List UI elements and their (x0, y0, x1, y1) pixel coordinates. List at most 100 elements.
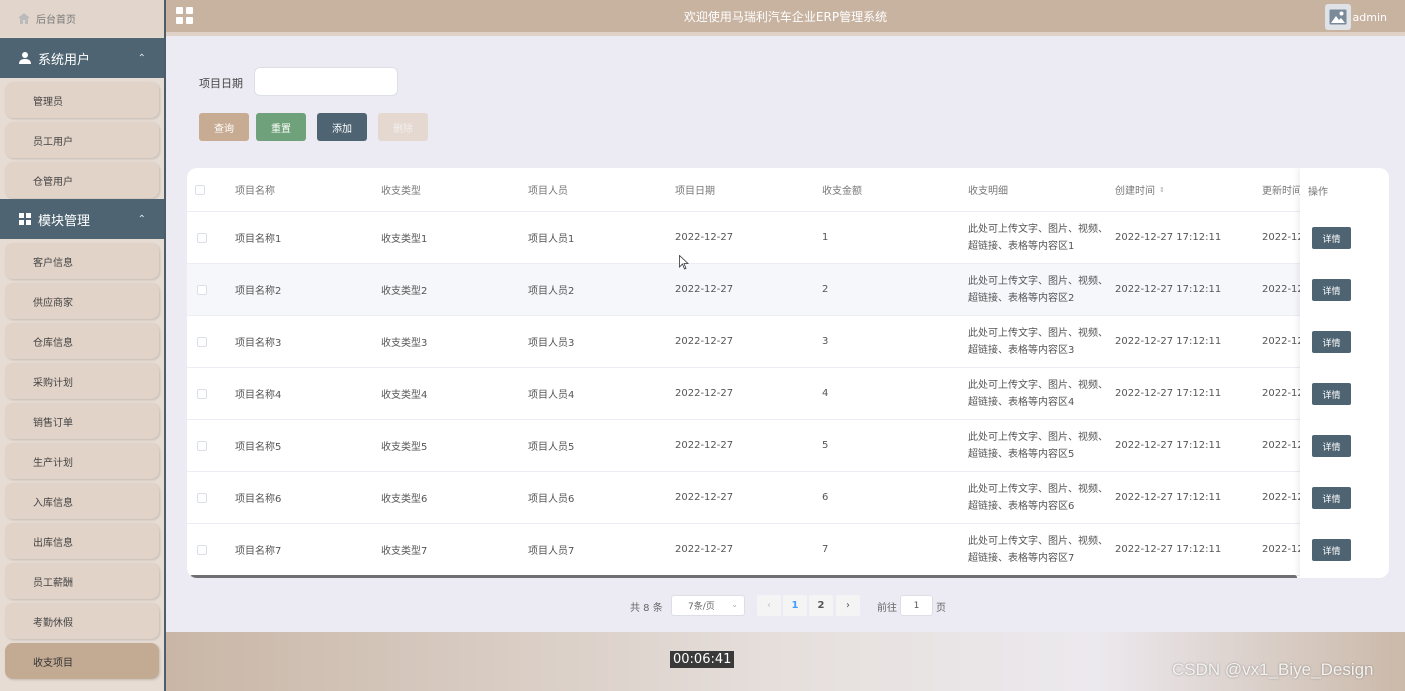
row-checkbox[interactable] (197, 336, 207, 347)
sidebar-menu: 系统用户 ⌃ 管理员员工用户仓管用户 模块管理 ⌃ 客户信息供应商家仓库信息采购计划销售订… (0, 38, 164, 679)
cell-amount: 7 (822, 544, 829, 555)
row-checkbox[interactable] (197, 284, 207, 295)
cell-date: 2022-12-27 (675, 544, 734, 555)
search-date-input[interactable] (254, 67, 398, 96)
sidebar-group-system-users[interactable]: 系统用户 ⌃ (0, 38, 164, 78)
cell-person: 项目人员4 (528, 390, 575, 401)
page-2-button[interactable]: 2 (809, 595, 833, 616)
sidebar-item[interactable]: 管理员 (5, 82, 159, 118)
table-row[interactable]: 项目名称4 收支类型4 项目人员4 2022-12-27 4 此处可上传文字、图片、视频、… (187, 368, 1389, 420)
cell-type: 收支类型6 (381, 494, 428, 505)
table-row[interactable]: 项目名称7 收支类型7 项目人员7 2022-12-27 7 此处可上传文字、图片、视频、… (187, 524, 1389, 576)
next-page-button[interactable]: › (836, 595, 860, 616)
cell-updated: 2022-12 (1262, 492, 1304, 503)
row-checkbox[interactable] (197, 388, 207, 399)
cell-updated: 2022-12 (1262, 544, 1304, 555)
sidebar-item[interactable]: 收支项目 (5, 643, 159, 679)
header-amount: 收支金额 (822, 186, 862, 197)
detail-button[interactable]: 详情 (1312, 227, 1351, 249)
sidebar-item[interactable]: 员工用户 (5, 122, 159, 158)
cell-amount: 6 (822, 492, 829, 503)
sidebar-item[interactable]: 销售订单 (5, 403, 159, 439)
cell-person: 项目人员1 (528, 234, 575, 245)
cell-created: 2022-12-27 17:12:11 (1115, 232, 1222, 243)
cell-date: 2022-12-27 (675, 492, 734, 503)
cell-person: 项目人员5 (528, 442, 575, 453)
cell-created: 2022-12-27 17:12:11 (1115, 544, 1222, 555)
cell-amount: 5 (822, 440, 829, 451)
row-checkbox[interactable] (197, 492, 207, 503)
pagination-total: 共 8 条 (630, 603, 663, 614)
sidebar-group-label: 模块管理 (38, 213, 91, 229)
page-size-value: 7条/页 (688, 602, 715, 612)
detail-button[interactable]: 详情 (1312, 383, 1351, 405)
sidebar-item[interactable]: 入库信息 (5, 483, 159, 519)
cell-person: 项目人员6 (528, 494, 575, 505)
cell-project-name: 项目名称1 (235, 234, 282, 245)
cell-updated: 2022-12 (1262, 336, 1304, 347)
sidebar-item[interactable]: 客户信息 (5, 243, 159, 279)
sidebar-item[interactable]: 采购计划 (5, 363, 159, 399)
table-row[interactable]: 项目名称2 收支类型2 项目人员2 2022-12-27 2 此处可上传文字、图片、视频、… (187, 264, 1389, 316)
home-icon (18, 13, 30, 24)
detail-button[interactable]: 详情 (1312, 331, 1351, 353)
page-title: 欢迎使用马瑞利汽车企业ERP管理系统 (683, 9, 888, 24)
cell-detail: 此处可上传文字、图片、视频、超链接、表格等内容区7 (968, 535, 1108, 564)
cell-created: 2022-12-27 17:12:11 (1115, 336, 1222, 347)
sidebar-item[interactable]: 供应商家 (5, 283, 159, 319)
cell-updated: 2022-12 (1262, 440, 1304, 451)
table-row[interactable]: 项目名称5 收支类型5 项目人员5 2022-12-27 5 此处可上传文字、图片、视频、… (187, 420, 1389, 472)
prev-page-button[interactable]: ‹ (757, 595, 781, 616)
sidebar-item[interactable]: 员工薪酬 (5, 563, 159, 599)
sidebar-item[interactable]: 生产计划 (5, 443, 159, 479)
cell-date: 2022-12-27 (675, 388, 734, 399)
cell-amount: 2 (822, 284, 829, 295)
add-button[interactable]: 添加 (317, 113, 367, 141)
page-1-button[interactable]: 1 (783, 595, 807, 616)
delete-button[interactable]: 删除 (378, 113, 428, 141)
cell-created: 2022-12-27 17:12:11 (1115, 284, 1222, 295)
query-button[interactable]: 查询 (199, 113, 249, 141)
detail-button[interactable]: 详情 (1312, 487, 1351, 509)
goto-label: 前往 (877, 603, 897, 614)
search-date-label: 项目日期 (199, 77, 243, 90)
table-row[interactable]: 项目名称3 收支类型3 项目人员3 2022-12-27 3 此处可上传文字、图片、视频、… (187, 316, 1389, 368)
detail-button[interactable]: 详情 (1312, 435, 1351, 457)
cell-person: 项目人员7 (528, 546, 575, 557)
goto-page-input[interactable]: 1 (900, 595, 933, 616)
avatar[interactable] (1325, 4, 1351, 30)
cell-updated: 2022-12 (1262, 284, 1304, 295)
detail-button[interactable]: 详情 (1312, 539, 1351, 561)
select-all-checkbox[interactable] (195, 184, 205, 195)
cell-detail: 此处可上传文字、图片、视频、超链接、表格等内容区5 (968, 431, 1108, 460)
sidebar-item[interactable]: 仓管用户 (5, 162, 159, 198)
cell-type: 收支类型7 (381, 546, 428, 557)
cell-updated: 2022-12 (1262, 388, 1304, 399)
detail-button[interactable]: 详情 (1312, 279, 1351, 301)
sidebar-home[interactable]: 后台首页 (0, 0, 164, 37)
row-checkbox[interactable] (197, 440, 207, 451)
cell-amount: 4 (822, 388, 829, 399)
grid-icon (19, 213, 31, 225)
user-name[interactable]: admin (1353, 11, 1387, 24)
header-type: 收支类型 (381, 186, 421, 197)
table-row[interactable]: 项目名称6 收支类型6 项目人员6 2022-12-27 6 此处可上传文字、图片、视频、… (187, 472, 1389, 524)
image-icon (1329, 9, 1347, 25)
header-created-sortable[interactable]: 创建时间 ⇕ (1115, 168, 1165, 211)
cell-detail: 此处可上传文字、图片、视频、超链接、表格等内容区1 (968, 223, 1108, 252)
sidebar-item[interactable]: 仓库信息 (5, 323, 159, 359)
sidebar-item[interactable]: 考勤休假 (5, 603, 159, 639)
cell-person: 项目人员2 (528, 286, 575, 297)
reset-button[interactable]: 重置 (256, 113, 306, 141)
sidebar-item[interactable]: 出库信息 (5, 523, 159, 559)
row-checkbox[interactable] (197, 544, 207, 555)
sidebar-group-modules[interactable]: 模块管理 ⌃ (0, 199, 164, 239)
table-row[interactable]: 项目名称1 收支类型1 项目人员1 2022-12-27 1 此处可上传文字、图片、视频、… (187, 212, 1389, 264)
sort-icon[interactable]: ⇕ (1159, 186, 1165, 193)
page-size-select[interactable]: 7条/页 ⌄ (671, 595, 745, 616)
cell-created: 2022-12-27 17:12:11 (1115, 440, 1222, 451)
cell-detail: 此处可上传文字、图片、视频、超链接、表格等内容区4 (968, 379, 1108, 408)
horizontal-scrollbar[interactable] (190, 575, 1297, 578)
row-checkbox[interactable] (197, 232, 207, 243)
cell-amount: 1 (822, 232, 829, 243)
